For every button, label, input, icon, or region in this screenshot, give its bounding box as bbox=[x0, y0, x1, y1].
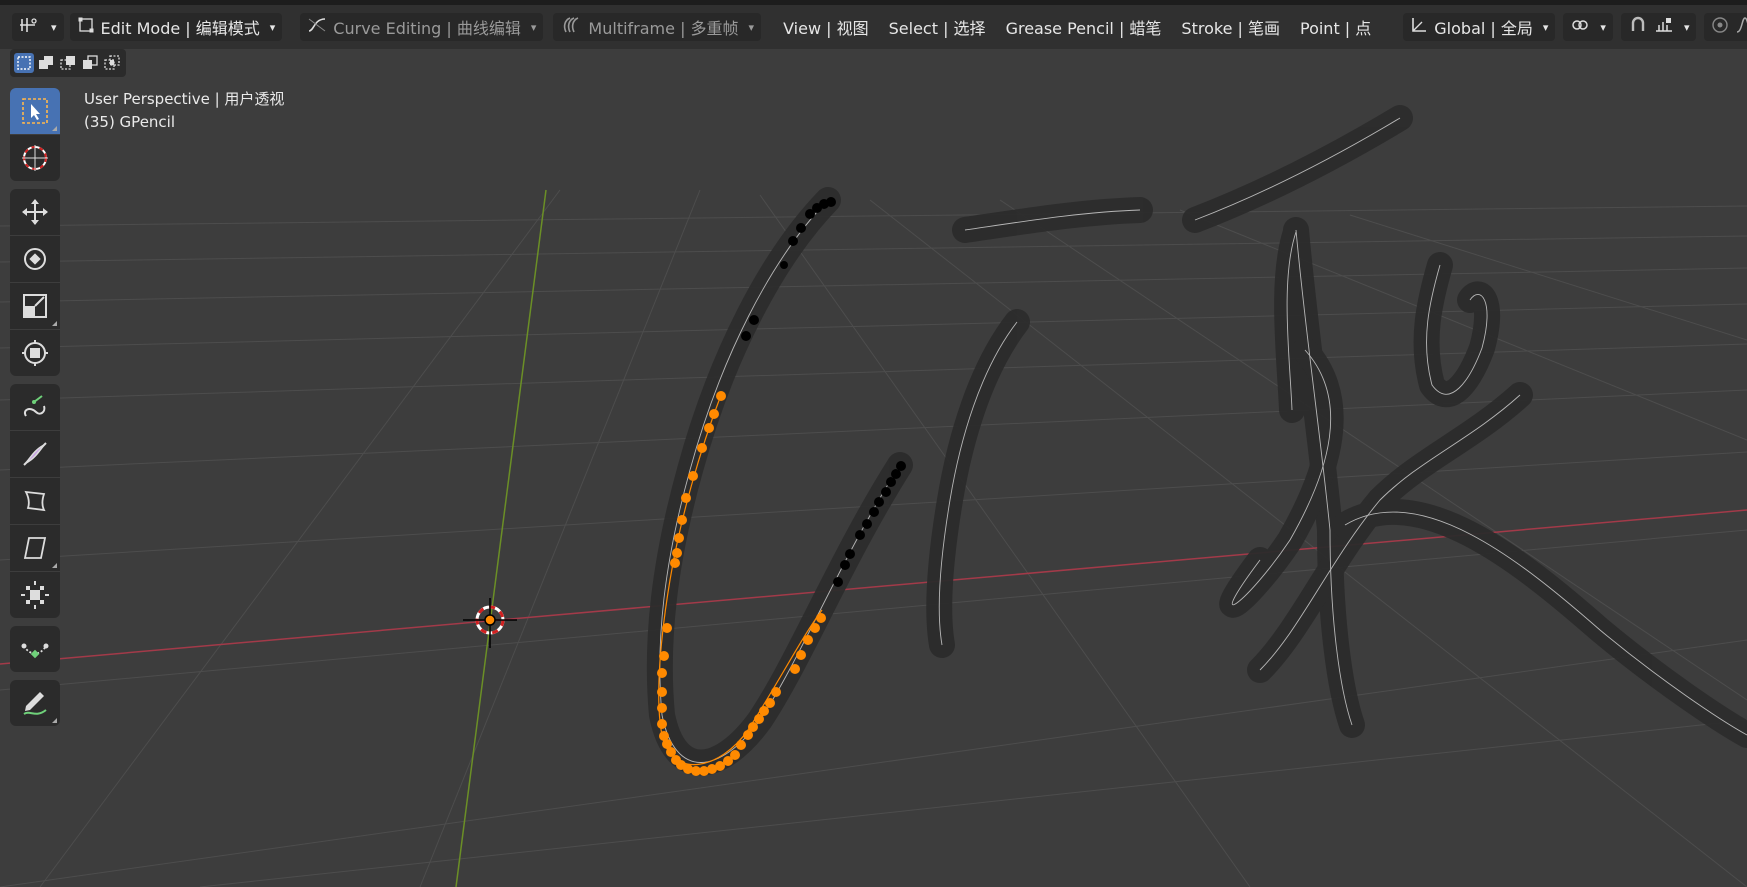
submenu-corner bbox=[52, 126, 57, 131]
submenu-corner bbox=[52, 321, 57, 326]
shear-icon bbox=[23, 442, 47, 466]
move-tool[interactable] bbox=[10, 189, 60, 235]
scale-icon bbox=[23, 294, 47, 318]
cursor-tool[interactable] bbox=[10, 135, 60, 181]
cursor-icon bbox=[22, 145, 48, 171]
radius-icon bbox=[24, 490, 46, 512]
bend-icon bbox=[24, 395, 46, 417]
perspective-label: User Perspective | 用户透视 bbox=[84, 90, 285, 108]
selected-points bbox=[657, 391, 826, 776]
object-label: (35) GPencil bbox=[84, 113, 176, 131]
transform-fill-icon bbox=[21, 581, 49, 609]
y-axis-line bbox=[455, 189, 547, 887]
stroke-outlines bbox=[646, 105, 1747, 776]
envelope-tool[interactable] bbox=[10, 525, 60, 571]
radius-tool[interactable] bbox=[10, 478, 60, 524]
transform-fill-tool[interactable] bbox=[10, 572, 60, 618]
submenu-corner bbox=[52, 718, 57, 723]
select-box-icon bbox=[22, 98, 48, 124]
submenu-corner bbox=[52, 563, 57, 568]
transform-tool[interactable] bbox=[10, 330, 60, 376]
envelope-icon bbox=[23, 537, 47, 559]
tool-shelf bbox=[10, 88, 60, 734]
viewport-info: User Perspective | 用户透视 (35) GPencil bbox=[84, 88, 284, 134]
shear-tool[interactable] bbox=[10, 431, 60, 477]
annotate-tool[interactable] bbox=[10, 680, 60, 726]
transform-icon bbox=[22, 340, 48, 366]
unselected-points bbox=[741, 197, 906, 587]
rotate-icon bbox=[24, 248, 46, 270]
move-icon bbox=[22, 199, 48, 225]
select-box-tool[interactable] bbox=[10, 88, 60, 134]
interpolate-icon bbox=[21, 643, 49, 659]
scale-tool[interactable] bbox=[10, 283, 60, 329]
bend-tool[interactable] bbox=[10, 384, 60, 430]
annotate-pencil-icon bbox=[23, 692, 47, 715]
rotate-tool[interactable] bbox=[10, 236, 60, 282]
interpolate-tool[interactable] bbox=[10, 626, 60, 672]
